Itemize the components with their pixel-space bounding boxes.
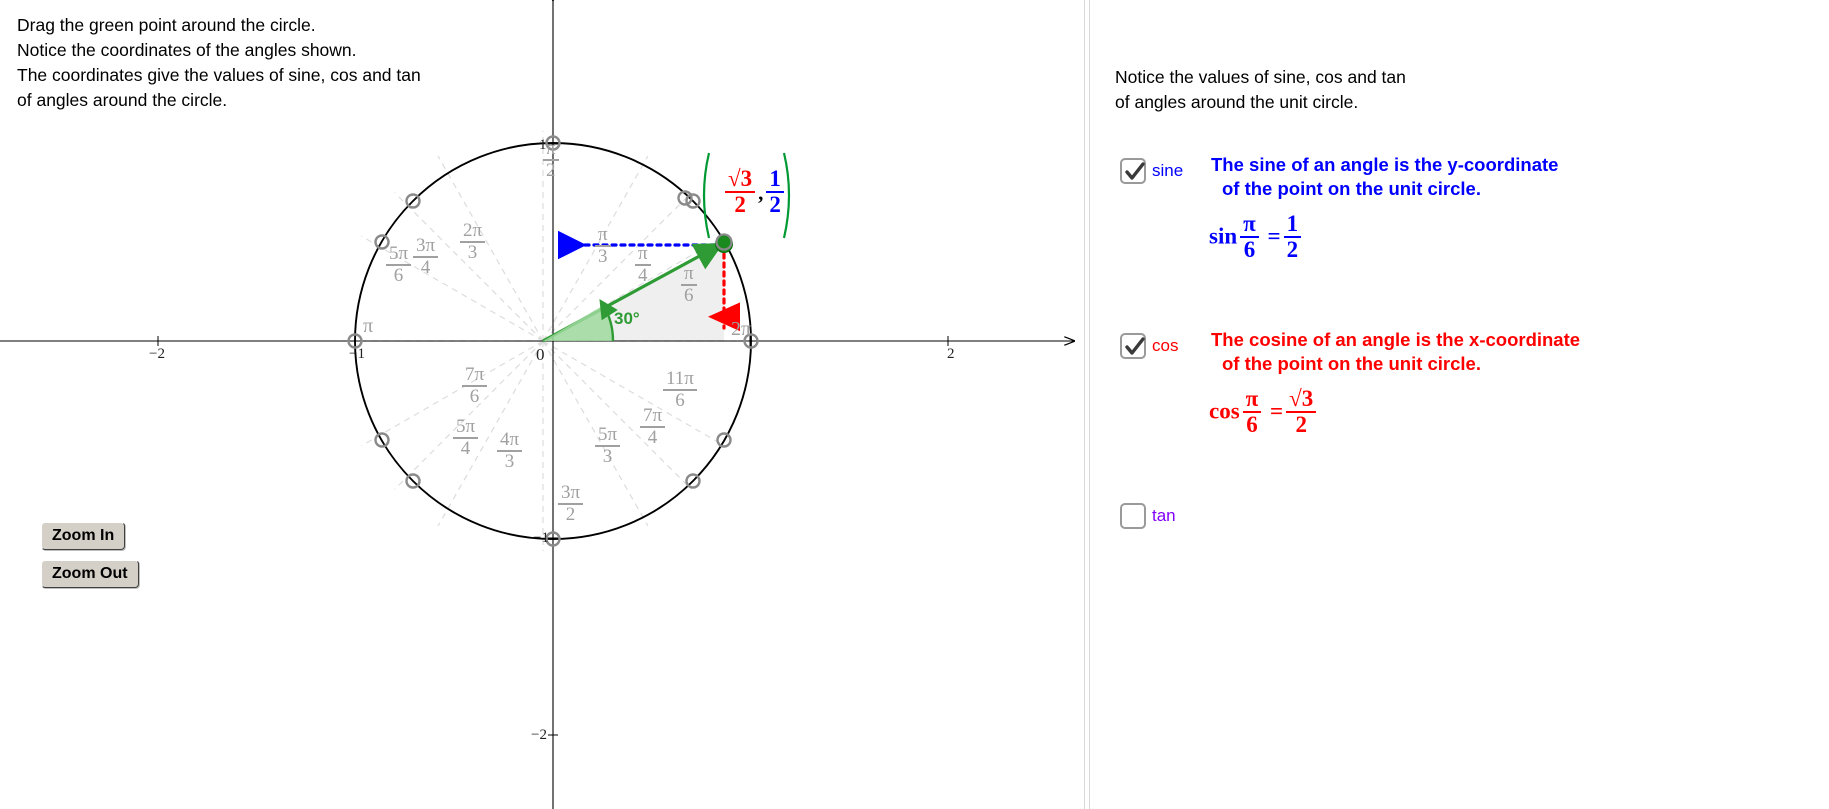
axes (0, 0, 1074, 809)
checkmark-icon (1125, 162, 1145, 180)
cos-equation: cos π 6 = √3 2 (1209, 386, 1319, 438)
cos-description: The cosine of an angle is the x-coordina… (1211, 328, 1580, 376)
unit-circle-graph[interactable] (0, 0, 1084, 809)
sine-checkbox[interactable] (1120, 158, 1146, 184)
panel-intro-text: Notice the values of sine, cos and tan o… (1115, 65, 1406, 115)
instruction-line-3: The coordinates give the values of sine,… (17, 65, 421, 85)
panel-intro-line-2: of angles around the unit circle. (1115, 92, 1359, 112)
coordinate-parens (702, 152, 791, 239)
instructions-text: Drag the green point around the circle. … (17, 13, 421, 113)
graphics-pane[interactable]: Drag the green point around the circle. … (0, 0, 1084, 809)
sine-equation-argument: π 6 (1240, 211, 1259, 262)
sine-equation-equals: = (1267, 223, 1281, 249)
sine-description: The sine of an angle is the y-coordinate… (1211, 153, 1558, 201)
tan-checkbox-label[interactable]: tan (1152, 506, 1176, 526)
tan-checkbox[interactable] (1120, 503, 1146, 529)
cos-equation-equals: = (1270, 398, 1284, 424)
sine-equation-function: sin (1209, 223, 1238, 249)
instruction-line-1: Drag the green point around the circle. (17, 15, 316, 35)
cos-equation-function: cos (1209, 398, 1240, 424)
cos-description-line-2: of the point on the unit circle. (1222, 353, 1481, 374)
sine-equation-value: 1 2 (1283, 211, 1302, 262)
applet-root: Drag the green point around the circle. … (0, 0, 1829, 809)
cos-checkbox[interactable] (1120, 333, 1146, 359)
sine-description-line-2: of the point on the unit circle. (1222, 178, 1481, 199)
sine-checkbox-label[interactable]: sine (1152, 161, 1183, 181)
sine-equation: sin π 6 = 1 2 (1209, 211, 1304, 263)
panel-intro-line-1: Notice the values of sine, cos and tan (1115, 67, 1406, 87)
sine-description-line-1: The sine of an angle is the y-coordinate (1211, 154, 1559, 175)
checkmark-icon (1125, 337, 1145, 355)
cos-checkbox-label[interactable]: cos (1152, 336, 1178, 356)
cos-description-line-1: The cosine of an angle is the x-coordina… (1211, 329, 1581, 350)
cos-equation-argument: π 6 (1242, 386, 1262, 437)
instruction-line-2: Notice the coordinates of the angles sho… (17, 40, 357, 60)
zoom-out-button[interactable]: Zoom Out (41, 560, 139, 588)
cos-equation-value: √3 2 (1286, 386, 1317, 437)
panel-divider[interactable] (1084, 0, 1090, 809)
instruction-line-4: of angles around the circle. (17, 90, 228, 110)
side-panel: Notice the values of sine, cos and tan o… (1091, 0, 1829, 809)
zoom-in-button[interactable]: Zoom In (41, 522, 126, 550)
